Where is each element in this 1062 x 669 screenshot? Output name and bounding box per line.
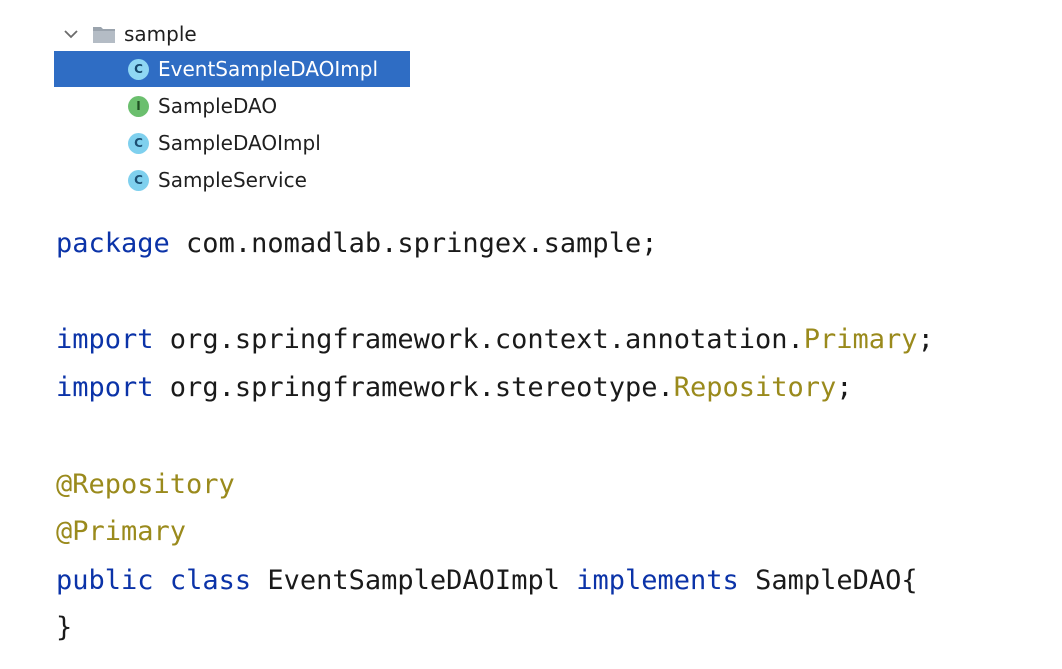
class-icon: C <box>128 169 149 191</box>
tree-item-label: EventSampleDAOImpl <box>158 57 379 81</box>
tree-item-sampleservice[interactable]: C SampleService <box>54 162 410 198</box>
code-line-package: package com.nomadlab.springex.sample; <box>56 224 657 264</box>
import-package: org.springframework.stereotype. <box>153 372 674 403</box>
keyword: implements <box>576 565 739 596</box>
closing-brace: } <box>56 612 73 643</box>
import-type: Primary <box>803 324 918 355</box>
code-line-annotation-repository: @Repository <box>56 465 235 505</box>
folder-icon <box>92 24 116 44</box>
class-icon: C <box>128 58 149 80</box>
tree-item-eventsampledaoimpl[interactable]: C EventSampleDAOImpl <box>54 51 410 87</box>
class-name: EventSampleDAOImpl <box>267 565 560 596</box>
semicolon: ; <box>836 372 853 403</box>
tree-folder-label: sample <box>124 22 197 46</box>
chevron-down-icon[interactable] <box>60 23 82 45</box>
code-line-annotation-primary: @Primary <box>56 512 186 552</box>
tree-folder-sample[interactable]: sample <box>60 16 197 52</box>
code-line-closing-brace: } <box>56 608 72 648</box>
interface-icon: I <box>128 95 149 117</box>
keyword: import <box>56 372 154 403</box>
code-line-import-repository: import org.springframework.stereotype.Re… <box>56 368 853 408</box>
code-line-import-primary: import org.springframework.context.annot… <box>56 320 934 360</box>
tree-item-sampledaoimpl[interactable]: C SampleDAOImpl <box>54 125 410 161</box>
import-type: Repository <box>673 372 837 403</box>
annotation: @Primary <box>56 516 187 547</box>
tree-item-sampledao[interactable]: I SampleDAO <box>54 88 410 124</box>
keyword: class <box>169 565 252 596</box>
class-icon: C <box>128 132 149 154</box>
project-tree: sample C EventSampleDAOImpl I SampleDAO … <box>0 0 1062 205</box>
semicolon: ; <box>917 324 934 355</box>
keyword: import <box>56 324 154 355</box>
keyword: public <box>56 565 154 596</box>
tree-item-label: SampleDAO <box>158 94 278 118</box>
tree-item-label: SampleService <box>158 168 307 192</box>
tree-item-label: SampleDAOImpl <box>158 131 321 155</box>
annotation: @Repository <box>56 469 235 500</box>
interface-name: SampleDAO{ <box>755 565 918 596</box>
import-package: org.springframework.context.annotation. <box>153 324 804 355</box>
keyword: package <box>56 228 170 259</box>
package-name: com.nomadlab.springex.sample; <box>169 228 658 259</box>
code-line-class-declaration: public class EventSampleDAOImpl implemen… <box>56 561 918 601</box>
